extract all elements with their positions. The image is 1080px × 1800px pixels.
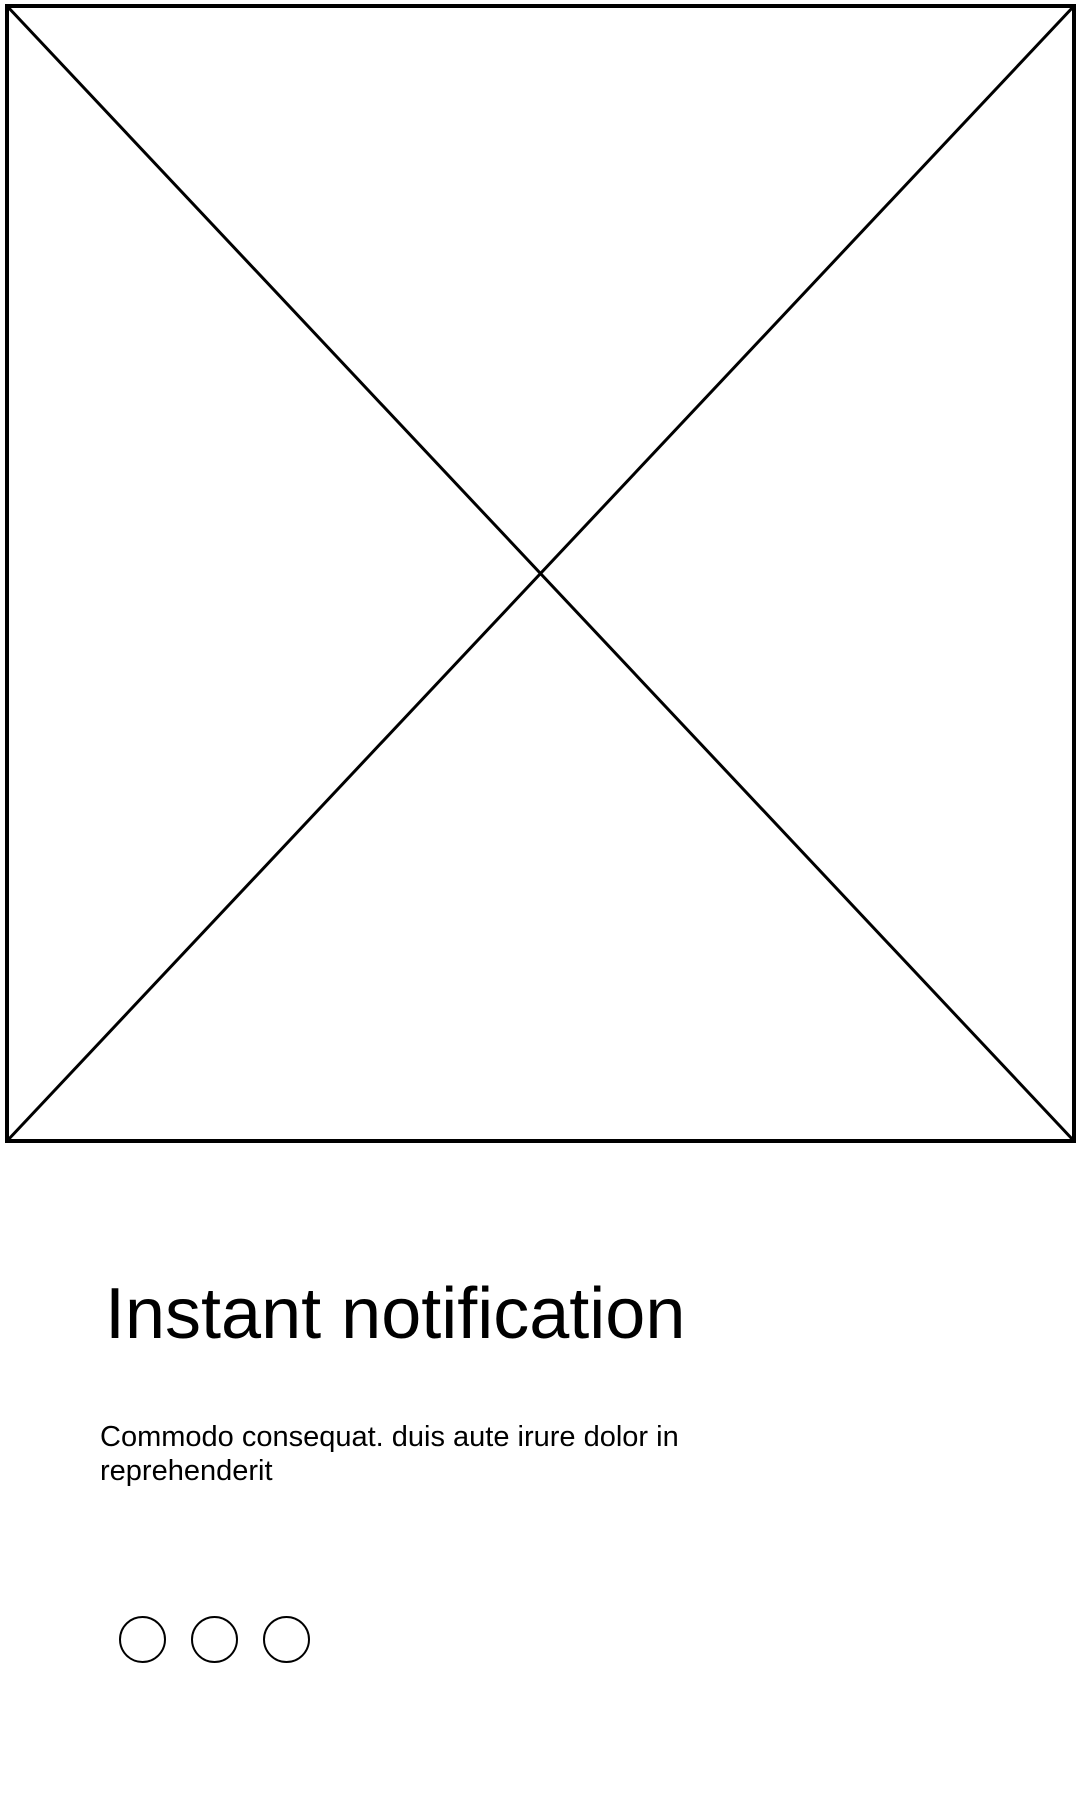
pagination-dot-3[interactable] bbox=[263, 1616, 310, 1663]
page-title: Instant notification bbox=[105, 1274, 686, 1354]
image-placeholder-icon bbox=[5, 4, 1076, 1143]
image-placeholder bbox=[5, 4, 1076, 1143]
pagination-dots bbox=[119, 1616, 310, 1663]
pagination-dot-1[interactable] bbox=[119, 1616, 166, 1663]
pagination-dot-2[interactable] bbox=[191, 1616, 238, 1663]
page-description: Commodo consequat. duis aute irure dolor… bbox=[100, 1421, 679, 1487]
